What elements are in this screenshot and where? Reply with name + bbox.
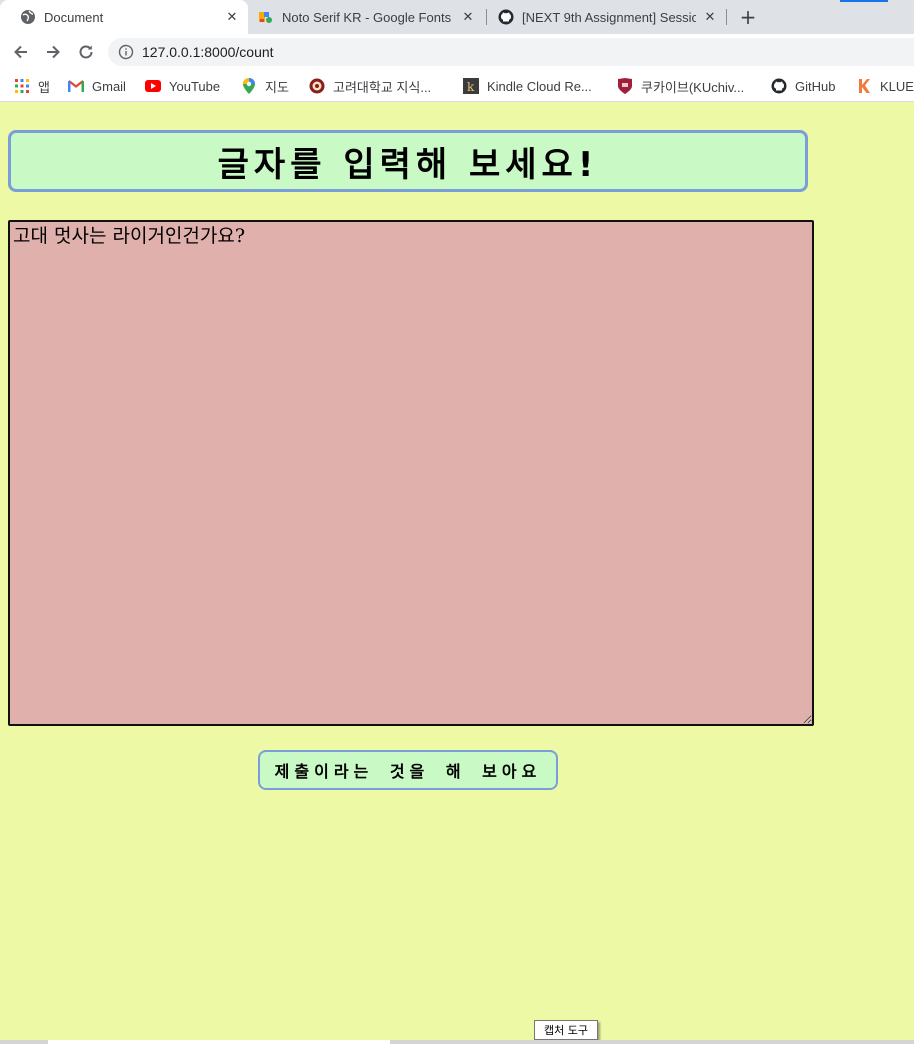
gmail-icon xyxy=(68,78,84,94)
kindle-icon: k xyxy=(463,78,479,94)
google-fonts-icon xyxy=(258,9,274,25)
info-icon[interactable] xyxy=(118,44,134,60)
bookmark-gmail[interactable]: Gmail xyxy=(68,75,126,97)
tab-github-assignment[interactable]: [NEXT 9th Assignment] Session ✕ xyxy=(478,0,726,34)
bookmark-label: Kindle Cloud Re... xyxy=(487,78,592,94)
bookmark-kindle[interactable]: k Kindle Cloud Re... xyxy=(463,75,592,97)
youtube-icon xyxy=(145,78,161,94)
apps-grid-icon xyxy=(14,78,30,94)
korea-univ-icon xyxy=(309,78,325,94)
bookmark-apps[interactable]: 앱 xyxy=(14,75,50,97)
close-icon[interactable]: ✕ xyxy=(460,9,476,25)
tab-title: Noto Serif KR - Google Fonts xyxy=(282,9,452,25)
bookmark-label: 앱 xyxy=(38,79,50,95)
page-title: 글자를 입력해 보세요! xyxy=(217,144,599,185)
close-icon[interactable]: ✕ xyxy=(702,9,718,25)
bookmark-label: Gmail xyxy=(92,78,126,94)
url-text: 127.0.0.1:8000/count xyxy=(142,44,274,60)
bookmarks-bar: 앱 Gmail YouTube 지도 고려대학교 지식... k Kindle … xyxy=(0,70,914,102)
arrow-right-icon xyxy=(47,45,60,59)
reload-button[interactable] xyxy=(74,40,98,64)
tab-title: [NEXT 9th Assignment] Session xyxy=(522,9,696,25)
tab-title: Document xyxy=(44,9,104,25)
reload-icon xyxy=(79,45,93,59)
tab-google-fonts[interactable]: Noto Serif KR - Google Fonts ✕ xyxy=(238,0,484,34)
bookmark-kuchive[interactable]: 쿠카이브(KUchiv... xyxy=(617,75,744,97)
bookmark-label: 쿠카이브(KUchiv... xyxy=(641,79,745,95)
bookmark-label: YouTube xyxy=(169,78,221,94)
forward-button[interactable] xyxy=(41,40,65,64)
capture-tooltip: 캡처 도구 xyxy=(534,1020,598,1040)
browser-toolbar: 127.0.0.1:8000/count xyxy=(0,34,914,70)
window-accent xyxy=(840,0,888,2)
bookmark-korea-univ[interactable]: 고려대학교 지식... xyxy=(309,75,431,97)
back-button[interactable] xyxy=(9,40,33,64)
shield-icon xyxy=(617,78,633,94)
resize-grip-icon[interactable] xyxy=(802,714,812,724)
taskbar-thumb xyxy=(48,1040,390,1044)
svg-text:k: k xyxy=(467,80,475,94)
tab-separator xyxy=(726,9,727,25)
github-icon xyxy=(498,9,514,25)
arrow-left-icon xyxy=(14,45,27,59)
bookmark-label: 지도 xyxy=(265,79,289,95)
submit-button[interactable]: 제출이라는 것을 해 보아요 xyxy=(258,750,558,790)
page-heading-box: 글자를 입력해 보세요! xyxy=(8,130,808,192)
tab-strip: Document ✕ Noto Serif KR - Google Fonts … xyxy=(0,0,914,34)
address-bar[interactable]: 127.0.0.1:8000/count xyxy=(108,38,914,66)
bookmark-maps[interactable]: 지도 xyxy=(241,75,289,97)
bookmark-youtube[interactable]: YouTube xyxy=(145,75,220,97)
new-tab-button[interactable]: + xyxy=(736,5,760,29)
bookmark-github[interactable]: GitHub xyxy=(771,75,835,97)
klue-icon xyxy=(856,78,872,94)
bookmark-label: GitHub xyxy=(795,78,836,94)
github-icon xyxy=(771,78,787,94)
bookmark-label: KLUE xyxy=(880,78,914,94)
tab-document[interactable]: Document ✕ xyxy=(0,0,248,34)
globe-icon xyxy=(20,9,36,25)
maps-pin-icon xyxy=(241,78,257,94)
bookmark-label: 고려대학교 지식... xyxy=(333,79,432,95)
text-input-area[interactable]: 고대 멋사는 라이거인건가요? xyxy=(8,220,814,726)
taskbar-strip xyxy=(0,1040,914,1044)
bookmark-klue[interactable]: KLUE xyxy=(856,75,914,97)
